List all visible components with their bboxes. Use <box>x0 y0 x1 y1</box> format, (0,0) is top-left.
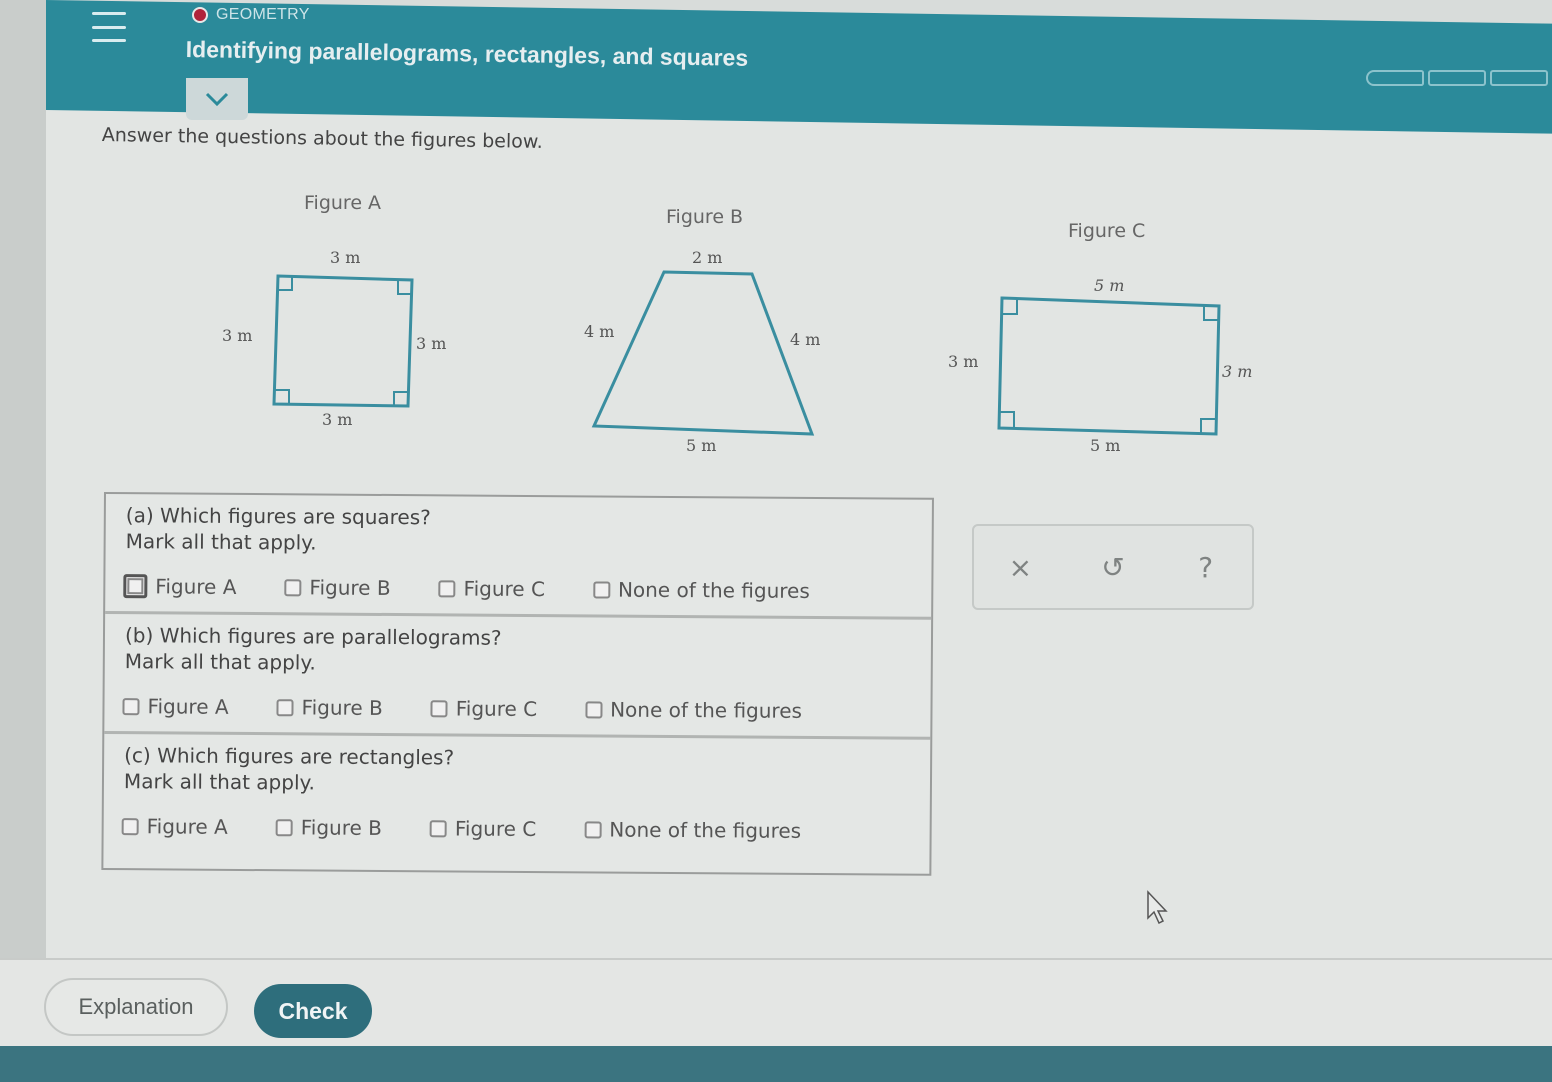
option-label: None of the figures <box>609 817 802 843</box>
explanation-button[interactable]: Explanation <box>44 978 228 1036</box>
checkbox-b-figure-c[interactable]: Figure C <box>430 696 538 722</box>
checkbox[interactable] <box>592 580 611 599</box>
option-label: Figure B <box>301 695 383 720</box>
question-a-hint: Mark all that apply. <box>125 529 317 555</box>
option-label: Figure A <box>147 694 229 719</box>
option-label: None of the figures <box>617 577 810 603</box>
mouse-cursor-icon <box>1147 890 1168 925</box>
checkbox[interactable] <box>585 700 603 718</box>
check-button[interactable]: Check <box>254 984 372 1038</box>
option-label: Figure A <box>155 574 237 599</box>
option-label: Figure B <box>309 575 391 601</box>
checkbox-c-figure-a[interactable]: Figure A <box>121 814 228 839</box>
checkbox[interactable] <box>284 578 302 596</box>
checkbox-c-figure-c[interactable]: Figure C <box>429 816 537 842</box>
figure-a-outline <box>272 274 414 408</box>
question-c-hint: Mark all that apply. <box>123 769 315 795</box>
checkbox-c-none[interactable]: None of the figures <box>584 817 801 843</box>
question-b: (b) Which figures are parallelograms? Ma… <box>104 614 932 740</box>
option-label: None of the figures <box>610 697 803 723</box>
figure-c-left-side: 3 m <box>948 352 979 371</box>
figure-a-top-side: 3 m <box>330 248 361 267</box>
checkbox[interactable] <box>438 579 456 597</box>
right-angle-mark <box>1203 306 1218 321</box>
question-a-options: Figure A Figure B Figure C None of the f… <box>123 574 858 603</box>
figure-c-rectangle <box>997 296 1221 436</box>
checkbox[interactable] <box>275 818 293 836</box>
figure-c-right-side: 3 m <box>1222 362 1253 381</box>
option-label: Figure C <box>463 576 546 602</box>
checkbox-b-figure-a[interactable]: Figure A <box>122 694 229 719</box>
figure-a-square <box>272 274 414 408</box>
right-angle-mark <box>278 277 293 291</box>
right-angle-mark <box>1200 418 1216 434</box>
checkbox-b-none[interactable]: None of the figures <box>585 697 802 723</box>
clear-icon[interactable]: × <box>990 551 1050 584</box>
checkbox[interactable] <box>276 698 294 716</box>
figure-c-outline <box>997 296 1221 436</box>
help-icon[interactable]: ? <box>1176 551 1236 584</box>
right-angle-mark <box>1000 411 1015 428</box>
question-b-hint: Mark all that apply. <box>124 649 316 675</box>
figure-b-outline <box>591 270 815 436</box>
undo-icon[interactable]: ↺ <box>1083 551 1143 584</box>
figure-a-bottom-side: 3 m <box>322 410 353 429</box>
question-a: (a) Which figures are squares? Mark all … <box>105 494 932 620</box>
checkbox[interactable] <box>429 819 447 837</box>
right-angle-mark <box>393 391 408 406</box>
bottom-bar <box>0 1046 1552 1082</box>
question-c: (c) Which figures are rectangles? Mark a… <box>103 734 930 860</box>
figure-a-right-side: 3 m <box>416 334 447 353</box>
checkbox[interactable] <box>123 574 148 599</box>
figure-b-trapezoid <box>591 270 815 436</box>
right-angle-mark <box>397 280 411 295</box>
figure-b-bottom-side: 5 m <box>686 436 717 455</box>
figure-b-left-side: 4 m <box>584 322 615 341</box>
checkbox-c-figure-b[interactable]: Figure B <box>275 815 383 840</box>
checkbox[interactable] <box>584 820 602 838</box>
question-c-options: Figure A Figure B Figure C None of the f… <box>121 814 850 843</box>
option-label: Figure C <box>455 696 538 722</box>
option-label: Figure A <box>146 814 228 839</box>
option-label: Figure B <box>300 815 383 840</box>
question-b-options: Figure A Figure B Figure C None of the f… <box>122 694 850 723</box>
right-angle-mark <box>275 389 290 404</box>
checkbox-a-figure-c[interactable]: Figure C <box>438 576 546 602</box>
figure-b-right-side: 4 m <box>790 330 821 349</box>
checkbox-a-figure-b[interactable]: Figure B <box>284 575 391 601</box>
footer <box>0 960 1552 1050</box>
checkbox[interactable] <box>430 699 448 717</box>
questions-panel: (a) Which figures are squares? Mark all … <box>101 492 934 876</box>
checkbox[interactable] <box>121 817 139 835</box>
checkbox-a-figure-a[interactable]: Figure A <box>123 574 237 599</box>
checkbox-b-figure-b[interactable]: Figure B <box>276 695 383 720</box>
figure-a-left-side: 3 m <box>222 326 253 345</box>
checkbox-a-none[interactable]: None of the figures <box>592 577 810 603</box>
option-label: Figure C <box>454 816 537 842</box>
right-angle-mark <box>1002 300 1018 315</box>
checkbox[interactable] <box>122 697 140 715</box>
answer-tools-panel: × ↺ ? <box>972 524 1254 610</box>
figure-c-bottom-side: 5 m <box>1090 436 1121 455</box>
figure-c-top-side: 5 m <box>1094 276 1125 295</box>
figure-b-top-side: 2 m <box>692 248 723 267</box>
